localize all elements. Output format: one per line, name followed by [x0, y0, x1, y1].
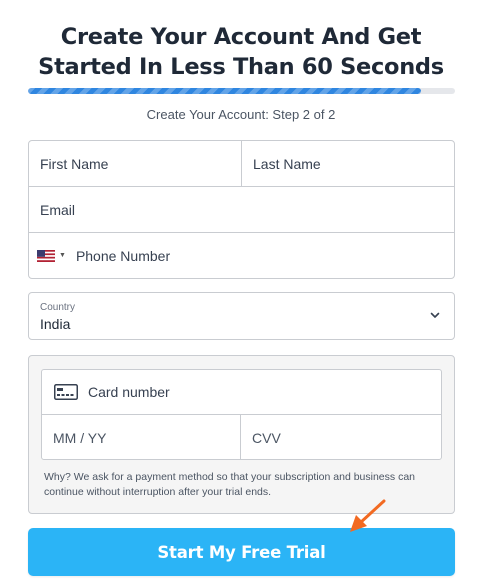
card-number-label: Card number: [88, 384, 170, 400]
payment-panel: Card number MM / YY CVV Why? We ask for …: [28, 355, 455, 514]
title-line-2: Started In Less Than 60 Seconds: [38, 54, 444, 80]
email-field[interactable]: Email: [29, 202, 75, 218]
card-input-group: Card number MM / YY CVV: [41, 369, 442, 460]
us-flag-icon: [37, 249, 55, 262]
credit-card-icon: [54, 384, 78, 400]
progress-fill: [28, 88, 421, 94]
payment-note: Why? We ask for a payment method so that…: [44, 471, 415, 498]
first-name-field[interactable]: First Name: [29, 141, 242, 186]
start-free-trial-button[interactable]: Start My Free Trial: [28, 528, 455, 576]
country-select[interactable]: Country India: [28, 292, 455, 340]
arrow-pointer-icon: [350, 499, 386, 532]
cvv-field[interactable]: CVV: [241, 415, 441, 460]
email-row: Email: [29, 187, 454, 233]
caret-down-icon: ▼: [59, 252, 66, 259]
expiry-cvv-row: MM / YY CVV: [42, 415, 441, 460]
country-code-selector[interactable]: ▼: [37, 249, 66, 262]
phone-field[interactable]: Phone Number: [76, 248, 170, 264]
contact-fields-group: First Name Last Name Email ▼ Phone Numbe…: [28, 140, 455, 279]
last-name-field[interactable]: Last Name: [242, 141, 454, 186]
progress-bar: [28, 88, 455, 94]
page-title: Create Your Account And Get Started In L…: [0, 22, 482, 82]
step-indicator: Create Your Account: Step 2 of 2: [146, 107, 336, 122]
expiry-field[interactable]: MM / YY: [42, 415, 241, 460]
country-label: Country: [40, 302, 76, 313]
phone-row: ▼ Phone Number: [29, 233, 454, 278]
start-free-trial-label: Start My Free Trial: [157, 542, 326, 562]
chevron-down-icon: [430, 312, 440, 318]
country-value: India: [40, 316, 71, 332]
title-line-1: Create Your Account And Get: [60, 24, 422, 50]
name-row: First Name Last Name: [29, 141, 454, 187]
card-number-field[interactable]: Card number: [42, 370, 441, 415]
